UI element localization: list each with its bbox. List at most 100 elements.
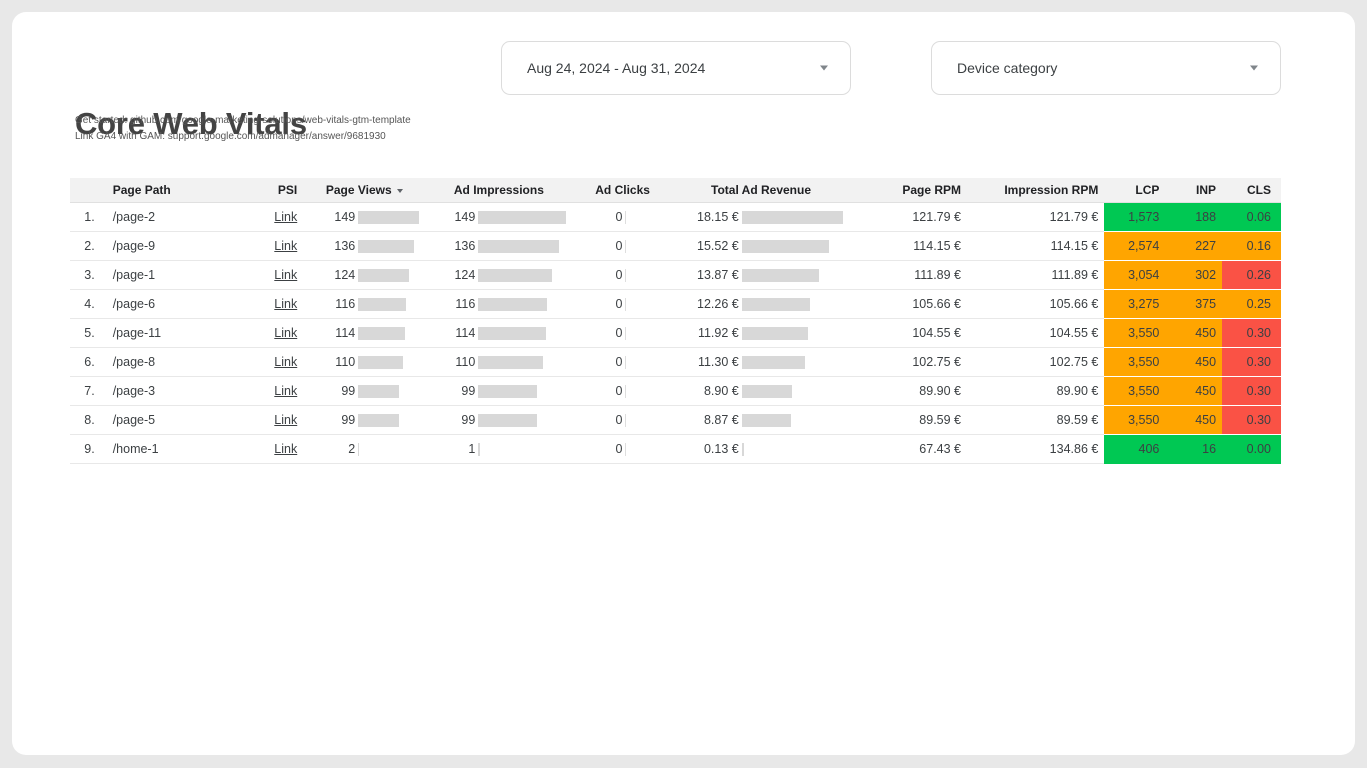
row-inp: 450: [1165, 348, 1222, 377]
row-cls: 0.06: [1222, 203, 1281, 232]
column-header-psi[interactable]: PSI: [231, 178, 303, 203]
psi-link[interactable]: Link: [274, 326, 297, 340]
table-row[interactable]: 2./page-9Link136136015.52 €114.15 €114.1…: [70, 232, 1281, 261]
psi-link[interactable]: Link: [274, 413, 297, 427]
ad-clicks-cell: 0: [578, 239, 666, 253]
ad-impressions-bar-track: [478, 327, 566, 340]
row-page-rpm: 104.55 €: [849, 319, 967, 348]
ad-impressions-bar-track: [478, 298, 566, 311]
page-views-value: 110: [309, 355, 358, 369]
row-psi[interactable]: Link: [231, 261, 303, 290]
total-ad-revenue-bar-fill: [742, 385, 792, 398]
row-psi[interactable]: Link: [231, 290, 303, 319]
row-psi[interactable]: Link: [231, 406, 303, 435]
row-page-path: /page-6: [103, 290, 232, 319]
total-ad-revenue-cell: 8.87 €: [679, 413, 844, 427]
column-header-page-views[interactable]: Page Views: [303, 178, 425, 203]
psi-link[interactable]: Link: [274, 355, 297, 369]
psi-link[interactable]: Link: [274, 239, 297, 253]
column-header-page-path[interactable]: Page Path: [103, 178, 232, 203]
psi-link[interactable]: Link: [274, 268, 297, 282]
psi-link[interactable]: Link: [274, 297, 297, 311]
date-range-filter[interactable]: Aug 24, 2024 - Aug 31, 2024: [501, 41, 851, 95]
row-psi[interactable]: Link: [231, 435, 303, 464]
row-ad-impressions: 149: [425, 203, 572, 232]
total-ad-revenue-cell: 15.52 €: [679, 239, 844, 253]
column-header-page-rpm[interactable]: Page RPM: [849, 178, 967, 203]
row-page-views: 99: [303, 377, 425, 406]
table-row[interactable]: 7./page-3Link999908.90 €89.90 €89.90 €3,…: [70, 377, 1281, 406]
row-psi[interactable]: Link: [231, 232, 303, 261]
ad-impressions-value: 136: [431, 239, 478, 253]
row-ad-impressions: 114: [425, 319, 572, 348]
ad-impressions-cell: 99: [431, 413, 566, 427]
ad-clicks-bar-track: [625, 356, 666, 369]
chevron-down-icon: [820, 66, 828, 71]
ad-impressions-value: 114: [431, 326, 478, 340]
row-inp: 16: [1165, 435, 1222, 464]
column-header-total-ad-revenue[interactable]: Total Ad Revenue: [673, 178, 850, 203]
psi-link[interactable]: Link: [274, 210, 297, 224]
row-page-rpm: 105.66 €: [849, 290, 967, 319]
ad-impressions-bar-fill: [478, 269, 551, 282]
page-views-bar-track: [358, 443, 419, 456]
column-header-lcp[interactable]: LCP: [1104, 178, 1165, 203]
table-row[interactable]: 6./page-8Link110110011.30 €102.75 €102.7…: [70, 348, 1281, 377]
table-row[interactable]: 4./page-6Link116116012.26 €105.66 €105.6…: [70, 290, 1281, 319]
column-header-ad-clicks[interactable]: Ad Clicks: [572, 178, 672, 203]
table-row[interactable]: 1./page-2Link149149018.15 €121.79 €121.7…: [70, 203, 1281, 232]
column-header-inp[interactable]: INP: [1165, 178, 1222, 203]
row-ad-impressions: 136: [425, 232, 572, 261]
table-row[interactable]: 8./page-5Link999908.87 €89.59 €89.59 €3,…: [70, 406, 1281, 435]
row-psi[interactable]: Link: [231, 319, 303, 348]
table-row[interactable]: 3./page-1Link124124013.87 €111.89 €111.8…: [70, 261, 1281, 290]
page-views-cell: 116: [309, 297, 419, 311]
row-psi[interactable]: Link: [231, 348, 303, 377]
ad-clicks-bar-fill: [625, 240, 626, 253]
total-ad-revenue-bar-track: [742, 298, 844, 311]
device-category-filter[interactable]: Device category: [931, 41, 1281, 95]
total-ad-revenue-cell: 0.13 €: [679, 442, 844, 456]
ad-clicks-cell: 0: [578, 413, 666, 427]
ad-clicks-cell: 0: [578, 355, 666, 369]
row-ad-clicks: 0: [572, 261, 672, 290]
ad-clicks-bar-fill: [625, 298, 626, 311]
ad-impressions-bar-track: [478, 385, 566, 398]
row-psi[interactable]: Link: [231, 377, 303, 406]
row-page-views: 99: [303, 406, 425, 435]
column-header-cls[interactable]: CLS: [1222, 178, 1281, 203]
page-views-value: 99: [309, 413, 358, 427]
table-row[interactable]: 9./home-1Link2100.13 €67.43 €134.86 €406…: [70, 435, 1281, 464]
report-table-container: Page Path PSI Page Views Ad Impressions …: [70, 178, 1281, 464]
row-ad-clicks: 0: [572, 290, 672, 319]
table-row[interactable]: 5./page-11Link114114011.92 €104.55 €104.…: [70, 319, 1281, 348]
column-header-ad-impressions[interactable]: Ad Impressions: [425, 178, 572, 203]
total-ad-revenue-cell: 12.26 €: [679, 297, 844, 311]
page-views-bar-fill: [358, 414, 399, 427]
page-views-value: 116: [309, 297, 358, 311]
row-page-rpm: 89.90 €: [849, 377, 967, 406]
row-page-views: 114: [303, 319, 425, 348]
total-ad-revenue-bar-track: [742, 327, 844, 340]
page-views-value: 124: [309, 268, 358, 282]
ad-impressions-cell: 136: [431, 239, 566, 253]
row-page-path: /page-3: [103, 377, 232, 406]
ad-impressions-value: 99: [431, 413, 478, 427]
total-ad-revenue-cell: 8.90 €: [679, 384, 844, 398]
page-views-bar-track: [358, 298, 419, 311]
row-inp: 227: [1165, 232, 1222, 261]
column-header-impression-rpm[interactable]: Impression RPM: [967, 178, 1104, 203]
ad-impressions-cell: 124: [431, 268, 566, 282]
ad-clicks-cell: 0: [578, 268, 666, 282]
row-inp: 302: [1165, 261, 1222, 290]
psi-link[interactable]: Link: [274, 384, 297, 398]
row-ad-impressions: 110: [425, 348, 572, 377]
row-index: 6.: [70, 348, 103, 377]
row-lcp: 3,054: [1104, 261, 1165, 290]
page-views-bar-fill: [358, 385, 399, 398]
page-views-bar-track: [358, 269, 419, 282]
psi-link[interactable]: Link: [274, 442, 297, 456]
ga4-gam-link-text: Link GA4 with GAM: support.google.com/ad…: [75, 129, 411, 145]
row-cls: 0.30: [1222, 377, 1281, 406]
row-psi[interactable]: Link: [231, 203, 303, 232]
